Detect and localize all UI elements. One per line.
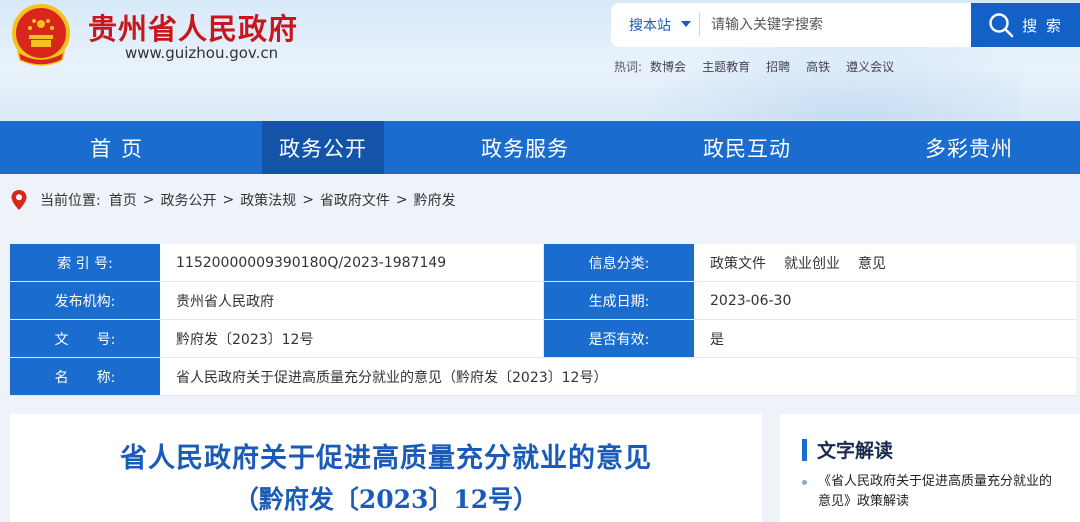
publisher-label: 发布机构:: [10, 282, 160, 319]
index-value: 11520000009390180Q/2023-1987149: [160, 244, 544, 281]
site-header: 贵州省人民政府 www.guizhou.gov.cn 搜本站 搜 索 热词: 数…: [0, 0, 1080, 121]
doc-number-value: 黔府发〔2023〕12号: [160, 320, 544, 357]
search-input[interactable]: [711, 13, 961, 37]
breadcrumb-link[interactable]: 黔府发: [414, 190, 456, 210]
breadcrumb-separator: >: [142, 192, 155, 208]
search-divider: [699, 13, 700, 37]
interpretation-link[interactable]: 《省人民政府关于促进高质量充分就业的意见》政策解读: [802, 472, 1064, 512]
category-tag: 政策文件: [710, 255, 766, 272]
doc-name-label: 名 称:: [10, 358, 160, 395]
hotwords: 热词: 数博会 主题教育 招聘 高铁 遵义会议: [614, 58, 894, 75]
hotword-link[interactable]: 招聘: [766, 58, 790, 75]
breadcrumb: 当前位置: 首页 > 政务公开 > 政策法规 > 省政府文件 > 黔府发: [10, 187, 456, 213]
breadcrumb-separator: >: [395, 192, 408, 208]
site-url[interactable]: www.guizhou.gov.cn: [125, 44, 278, 62]
hotword-link[interactable]: 主题教育: [702, 58, 750, 75]
info-row: 名 称: 省人民政府关于促进高质量充分就业的意见（黔府发〔2023〕12号）: [10, 358, 1076, 396]
date-label: 生成日期:: [544, 282, 694, 319]
national-emblem-icon: [12, 4, 70, 66]
article-panel: 省人民政府关于促进高质量充分就业的意见 （黔府发〔2023〕12号）: [10, 414, 762, 522]
document-info-table: 索 引 号: 11520000009390180Q/2023-1987149 信…: [10, 244, 1076, 396]
breadcrumb-link[interactable]: 政务公开: [160, 190, 216, 210]
article-subtitle: （黔府发〔2023〕12号）: [233, 485, 539, 514]
side-title: 文字解读: [817, 440, 894, 462]
breadcrumb-separator: >: [222, 192, 235, 208]
doc-name-value: 省人民政府关于促进高质量充分就业的意见（黔府发〔2023〕12号）: [176, 369, 608, 386]
side-heading: 文字解读: [802, 436, 893, 463]
doc-number-label: 文 号:: [10, 320, 160, 357]
heading-accent-bar: [802, 438, 807, 461]
index-label: 索 引 号:: [10, 244, 160, 281]
site-name[interactable]: 贵州省人民政府: [88, 6, 298, 48]
breadcrumb-separator: >: [302, 192, 314, 208]
nav-item-interaction[interactable]: 政民互动: [636, 121, 858, 174]
nav-item-services[interactable]: 政务服务: [414, 121, 636, 174]
validity-label: 是否有效:: [544, 320, 694, 357]
validity-value: 是: [710, 331, 724, 348]
nav-item-guizhou[interactable]: 多彩贵州: [858, 121, 1080, 174]
category-value: 政策文件 就业创业 意见: [694, 244, 1076, 281]
interpretation-link-text: 《省人民政府关于促进高质量充分就业的意见》政策解读: [818, 474, 1053, 509]
search-scope-select[interactable]: 搜本站: [629, 15, 671, 35]
breadcrumb-link[interactable]: 省政府文件: [320, 190, 390, 210]
breadcrumb-link[interactable]: 政策法规: [240, 190, 296, 210]
chevron-down-icon[interactable]: [681, 21, 691, 27]
search-icon: [989, 13, 1014, 38]
breadcrumb-link[interactable]: 首页: [109, 190, 137, 210]
hotword-link[interactable]: 高铁: [806, 58, 830, 75]
date-value: 2023-06-30: [710, 292, 792, 309]
hotword-link[interactable]: 数博会: [650, 58, 686, 75]
info-row: 文 号: 黔府发〔2023〕12号 是否有效: 是: [10, 320, 1076, 358]
category-label: 信息分类:: [544, 244, 694, 281]
location-pin-icon: [11, 190, 27, 210]
info-row: 发布机构: 贵州省人民政府 生成日期: 2023-06-30: [10, 282, 1076, 320]
category-tag: 意见: [858, 255, 886, 272]
category-tag: 就业创业: [784, 255, 840, 272]
hotwords-label: 热词:: [614, 60, 643, 74]
main-nav: 首页 政务公开 政务服务 政民互动 多彩贵州: [0, 121, 1080, 174]
breadcrumb-label: 当前位置:: [40, 193, 101, 209]
info-row: 索 引 号: 11520000009390180Q/2023-1987149 信…: [10, 244, 1076, 282]
article-title: 省人民政府关于促进高质量充分就业的意见: [120, 443, 652, 474]
hotword-link[interactable]: 遵义会议: [846, 58, 894, 75]
interpretation-panel: 文字解读 《省人民政府关于促进高质量充分就业的意见》政策解读: [780, 414, 1080, 522]
nav-item-government-affairs[interactable]: 政务公开: [262, 121, 384, 174]
bullet-icon: [802, 480, 807, 485]
search-button-label: 搜 索: [1022, 16, 1063, 35]
search-button[interactable]: 搜 索: [971, 3, 1080, 47]
publisher-value: 贵州省人民政府: [160, 282, 544, 319]
nav-item-home[interactable]: 首页: [0, 121, 232, 174]
